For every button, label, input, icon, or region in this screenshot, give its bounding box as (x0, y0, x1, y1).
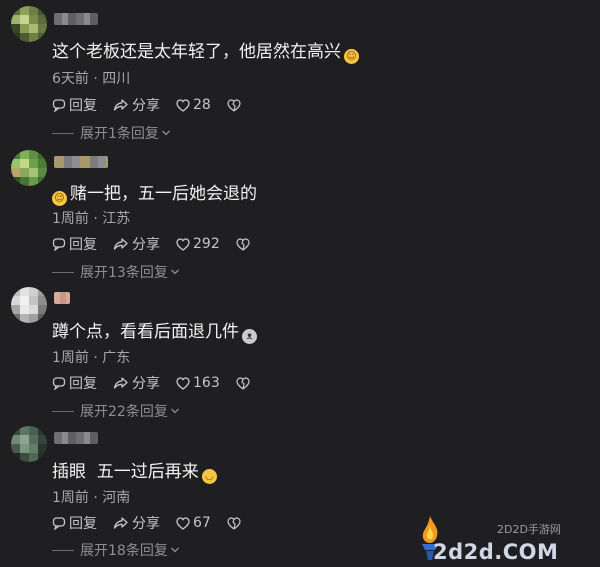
reply-icon (52, 517, 66, 530)
comment-actions: 回复 分享 292 (52, 234, 253, 254)
username[interactable] (54, 292, 70, 304)
share-button[interactable]: 分享 (113, 95, 160, 115)
reply-button[interactable]: 回复 (52, 513, 97, 533)
share-icon (113, 377, 128, 389)
heart-icon (176, 516, 190, 530)
divider (52, 271, 74, 273)
like-count: 67 (193, 515, 211, 531)
share-icon (113, 238, 128, 250)
comment-meta: 6天前 · 四川 (52, 71, 131, 87)
chevron-down-icon (170, 547, 179, 553)
comment-meta: 1周前 · 广东 (52, 350, 131, 366)
share-button[interactable]: 分享 (113, 234, 160, 254)
like-button[interactable]: 67 (176, 515, 211, 531)
comment-actions: 回复 分享 163 (52, 373, 253, 393)
like-button[interactable]: 28 (176, 97, 211, 113)
broken-heart-icon (236, 237, 250, 250)
comment-actions: 回复 分享 67 (52, 513, 244, 533)
blush-emoji-icon: ☺ (344, 49, 359, 64)
chevron-down-icon (170, 408, 179, 414)
dislike-button[interactable] (227, 98, 244, 112)
heart-icon (176, 237, 190, 251)
divider (52, 410, 74, 412)
avatar[interactable] (11, 150, 47, 186)
reply-icon (52, 99, 66, 112)
avatar[interactable] (11, 287, 47, 323)
username[interactable] (54, 432, 98, 444)
expand-replies-link[interactable]: 展开18条回复 (52, 540, 180, 560)
comment-text: 蹲个点，看看后面退几件 ᴥ (52, 317, 257, 344)
raccoon-emoji-icon: ᴥ (242, 329, 257, 344)
heart-icon (176, 98, 190, 112)
dislike-button[interactable] (236, 376, 253, 390)
avatar[interactable] (11, 426, 47, 462)
grin-emoji-icon: ◡ (201, 469, 217, 484)
share-button[interactable]: 分享 (113, 513, 160, 533)
comment-actions: 回复 分享 28 (52, 95, 244, 115)
watermark-domain: 2d2d.COM (433, 540, 559, 564)
comment-meta: 1周前 · 河南 (52, 490, 131, 506)
dislike-button[interactable] (227, 516, 244, 530)
reply-button[interactable]: 回复 (52, 95, 97, 115)
watermark-site-name: 2D2D手游网 (497, 523, 561, 536)
wink-emoji-icon: 😉 (52, 191, 67, 206)
expand-replies-link[interactable]: 展开13条回复 (52, 262, 180, 282)
reply-button[interactable]: 回复 (52, 373, 97, 393)
broken-heart-icon (227, 98, 241, 111)
broken-heart-icon (236, 376, 250, 389)
reply-icon (52, 377, 66, 390)
like-count: 28 (193, 97, 211, 113)
divider (52, 549, 74, 551)
share-icon (113, 99, 128, 111)
username[interactable] (54, 13, 98, 25)
avatar[interactable] (11, 6, 47, 42)
chevron-down-icon (170, 269, 179, 275)
heart-icon (176, 376, 190, 390)
share-icon (113, 517, 128, 529)
like-count: 163 (193, 375, 220, 391)
expand-replies-link[interactable]: 展开1条回复 (52, 123, 171, 143)
comment-text: 插眼 五一过后再来 ◡ (52, 457, 217, 484)
reply-icon (52, 238, 66, 251)
dislike-button[interactable] (236, 237, 253, 251)
share-button[interactable]: 分享 (113, 373, 160, 393)
comment-text: 这个老板还是太年轻了，他居然在高兴 ☺ (52, 37, 359, 64)
comment-text: 😉 赌一把，五一后她会退的 (52, 179, 257, 206)
divider (52, 132, 74, 134)
like-button[interactable]: 292 (176, 236, 220, 252)
comment-meta: 1周前 · 江苏 (52, 211, 131, 227)
chevron-down-icon (161, 130, 170, 136)
broken-heart-icon (227, 516, 241, 529)
username[interactable] (54, 156, 108, 168)
expand-replies-link[interactable]: 展开22条回复 (52, 401, 180, 421)
reply-button[interactable]: 回复 (52, 234, 97, 254)
like-button[interactable]: 163 (176, 375, 220, 391)
like-count: 292 (193, 236, 220, 252)
